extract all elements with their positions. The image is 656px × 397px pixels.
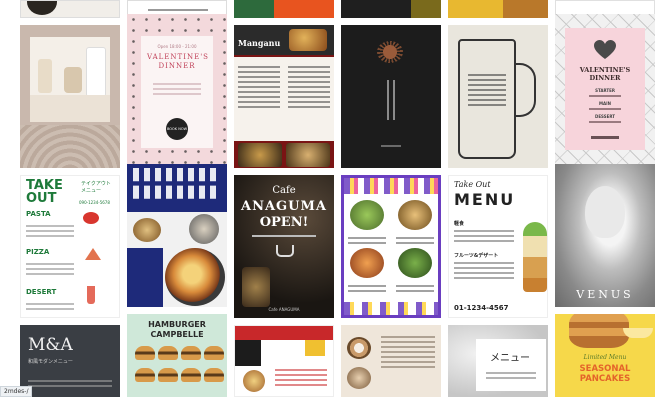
- dish-image: [398, 200, 432, 230]
- book-now-button[interactable]: BOOK NOW: [166, 118, 188, 140]
- section-starter: STARTER: [595, 88, 615, 93]
- subtitle-jp: テイクアウト メニュー: [81, 181, 111, 194]
- valentine-title: VALENTINE'S DINNER: [147, 53, 209, 70]
- template-card-pancakes[interactable]: Limited Menu SEASONAL PANCAKES: [555, 314, 655, 397]
- menu-paper: VALENTINE'S DINNER STARTER MAIN DESSERT: [565, 28, 645, 150]
- section-fruit-dessert: フルーツ&デザート: [454, 253, 499, 259]
- salad-image: [350, 200, 384, 230]
- template-card-takeout-menu[interactable]: Take Out MENU 軽食 フルーツ&デザート 01-1234-4567: [448, 175, 548, 318]
- template-card-manganu[interactable]: Manganu: [234, 25, 334, 168]
- status-url-bar: 2mdes-/: [0, 386, 33, 397]
- valentine-title: VALENTINE'S DINNER: [579, 66, 631, 82]
- cafe-name: ANAGUMA: [241, 199, 327, 214]
- template-card-takeout-green[interactable]: TAKE OUT テイクアウト メニュー 090-1234-5678 PASTA…: [20, 175, 120, 318]
- pancake-image: [569, 314, 629, 348]
- template-card-partial-5[interactable]: [448, 0, 548, 18]
- section-pasta: PASTA: [26, 210, 51, 218]
- section-dessert: DESSERT: [595, 114, 615, 119]
- template-card-hamburger[interactable]: HAMBURGER CAMPBELLE: [127, 314, 227, 397]
- bowl-image: [133, 218, 161, 242]
- template-card-purple[interactable]: [341, 175, 441, 318]
- template-card-red-jp[interactable]: [234, 325, 334, 397]
- menu-title: メニュー: [490, 353, 530, 364]
- template-card-dark[interactable]: [341, 25, 441, 168]
- title-line1: HAMBURGER: [148, 320, 206, 329]
- pitcher-illustration: [458, 39, 516, 159]
- menu-paper: Open 18:00 - 21:00 VALENTINE'S DINNER BO…: [141, 36, 213, 148]
- banana-image: [623, 328, 653, 338]
- pizza-icon: [85, 248, 101, 260]
- template-card-partial-1[interactable]: [20, 0, 120, 18]
- template-card-valentine-heart[interactable]: VALENTINE'S DINNER STARTER MAIN DESSERT: [555, 14, 655, 168]
- cafe-label: Cafe: [272, 185, 296, 196]
- title-line1: Take Out: [454, 180, 491, 189]
- limited-menu-text: Limited Menu: [583, 354, 627, 361]
- product-photo: [30, 37, 110, 122]
- heart-icon: [594, 40, 616, 60]
- pitcher-handle: [514, 63, 536, 117]
- template-card-cosmetics[interactable]: [20, 25, 120, 168]
- template-card-partial-3[interactable]: [234, 0, 334, 18]
- template-card-pitcher[interactable]: [448, 25, 548, 168]
- veg-image: [398, 248, 432, 278]
- section-main: MAIN: [599, 101, 611, 106]
- phone-number: 090-1234-5678: [79, 200, 110, 205]
- burger-image: [135, 346, 155, 360]
- ma-title: M&A: [28, 335, 73, 355]
- footer-text: Cafe ANAGUMA: [268, 307, 300, 312]
- drink-icon: [87, 286, 95, 304]
- venus-title: VENUS: [576, 288, 634, 301]
- template-card-menu-jp[interactable]: メニュー: [448, 325, 548, 397]
- soup-image: [350, 248, 384, 278]
- phone-number: 01-1234-4567: [454, 304, 509, 312]
- title-line2: OUT: [26, 191, 57, 206]
- parfait-image: [523, 222, 547, 292]
- section-light-meal: 軽食: [454, 221, 465, 227]
- template-card-navy-jp[interactable]: [127, 164, 227, 307]
- title-line2: MENU: [454, 190, 516, 209]
- coffee-cup-icon: [276, 245, 294, 257]
- section-pizza: PIZZA: [26, 248, 50, 256]
- template-card-valentine-pink[interactable]: Open 18:00 - 21:00 VALENTINE'S DINNER BO…: [127, 14, 227, 168]
- template-card-partial-4[interactable]: [341, 0, 441, 18]
- ma-subtitle: 和風モダンメニュー: [28, 359, 73, 365]
- food-image: [289, 29, 327, 51]
- section-desert: DESERT: [26, 288, 57, 296]
- dark-plate: [27, 1, 57, 15]
- tomato-icon: [83, 212, 99, 224]
- noodle-image: [165, 248, 225, 306]
- title-line2: CAMPBELLE: [150, 330, 204, 339]
- template-card-cafe-beige[interactable]: [341, 325, 441, 397]
- restaurant-title: Manganu: [238, 38, 281, 48]
- open-hours-text: Open 18:00 - 21:00: [157, 44, 197, 49]
- decorative-emblem: [377, 41, 403, 63]
- template-gallery-grid: Open 18:00 - 21:00 VALENTINE'S DINNER BO…: [0, 0, 656, 397]
- open-label: OPEN!: [259, 215, 309, 230]
- latte-image: [347, 337, 371, 359]
- template-card-venus[interactable]: VENUS: [555, 164, 655, 307]
- template-card-ma[interactable]: M&A 和風モダンメニュー: [20, 325, 120, 397]
- pancakes-title: SEASONAL PANCAKES: [579, 364, 631, 384]
- template-card-cafe-anaguma[interactable]: Cafe ANAGUMA OPEN! Cafe ANAGUMA: [234, 175, 334, 318]
